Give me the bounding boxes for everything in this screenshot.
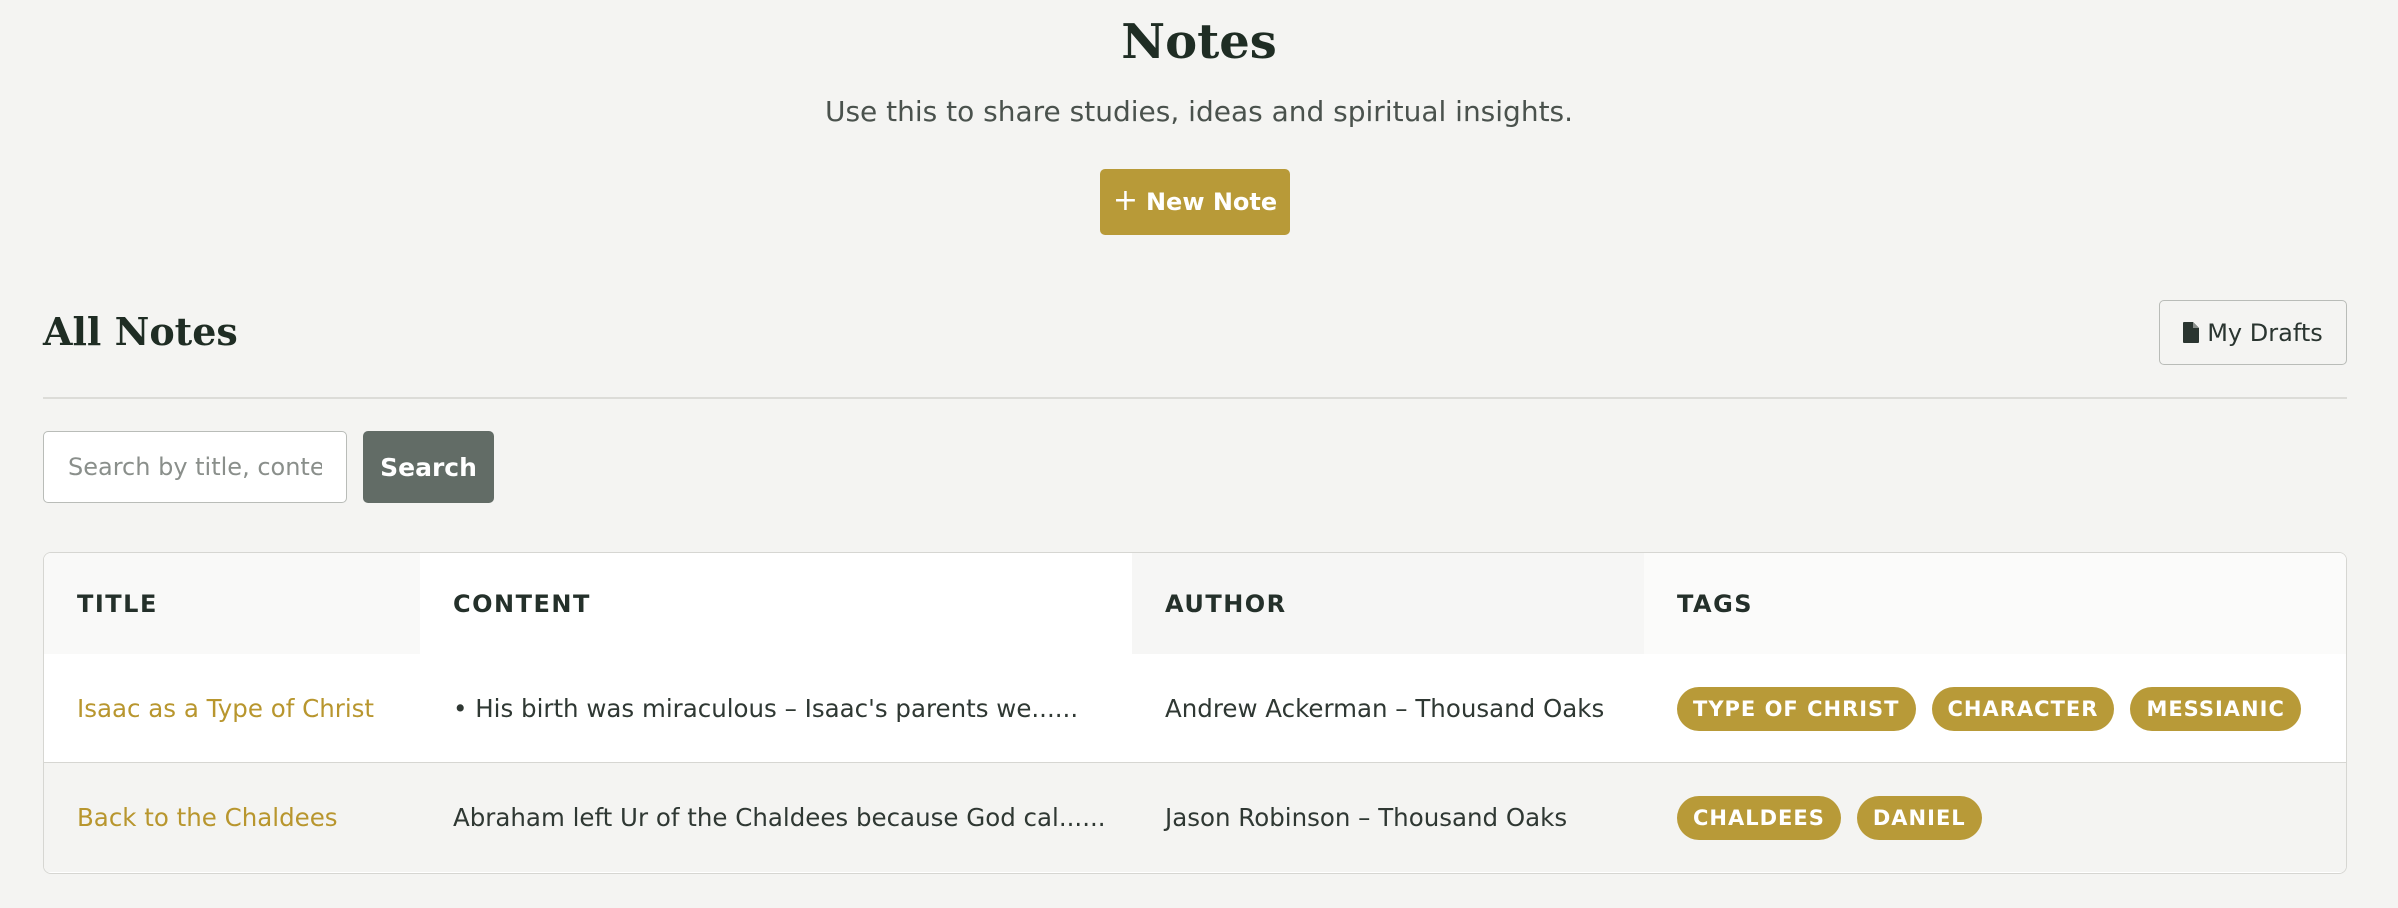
table-header: TITLE CONTENT AUTHOR TAGS (44, 553, 2346, 654)
note-tags: CHALDEES DANIEL (1644, 763, 1998, 872)
table-row: Isaac as a Type of Christ • His birth wa… (44, 654, 2346, 763)
table-row: Back to the Chaldees Abraham left Ur of … (44, 763, 2346, 872)
page-title: Notes (1121, 14, 1277, 70)
note-author: Jason Robinson – Thousand Oaks (1165, 803, 1568, 832)
file-icon (2183, 322, 2200, 343)
plus-icon: + (1112, 183, 1138, 218)
note-title-link[interactable]: Back to the Chaldees (44, 763, 338, 872)
tag-badge[interactable]: TYPE OF CHRIST (1677, 686, 1916, 731)
column-header-content: CONTENT (420, 553, 1132, 654)
search-input[interactable] (43, 431, 347, 503)
column-header-tags: TAGS (1644, 553, 2346, 654)
tag-badge[interactable]: CHALDEES (1677, 795, 1841, 840)
new-note-button[interactable]: + New Note (1100, 169, 1290, 235)
note-content: • His birth was miraculous – Isaac's par… (453, 694, 1079, 723)
section-title: All Notes (43, 309, 238, 354)
note-author: Andrew Ackerman – Thousand Oaks (1165, 694, 1605, 723)
notes-page: Notes Use this to share studies, ideas a… (0, 0, 2398, 908)
tag-badge[interactable]: MESSIANIC (2130, 686, 2301, 731)
tag-badge[interactable]: CHARACTER (1931, 686, 2115, 731)
tag-badge[interactable]: DANIEL (1856, 795, 1982, 840)
column-header-title: TITLE (44, 553, 420, 654)
my-drafts-label: My Drafts (2207, 318, 2323, 347)
my-drafts-button[interactable]: My Drafts (2159, 300, 2347, 365)
column-header-author: AUTHOR (1132, 553, 1644, 654)
page-subtitle: Use this to share studies, ideas and spi… (824, 95, 1574, 128)
note-content: Abraham left Ur of the Chaldees because … (453, 803, 1106, 832)
note-tags: TYPE OF CHRIST CHARACTER MESSIANIC (1644, 654, 2317, 763)
section-divider (43, 397, 2347, 399)
search-button[interactable]: Search (363, 431, 494, 503)
notes-table: TITLE CONTENT AUTHOR TAGS Isaac as a Typ… (43, 552, 2347, 874)
note-title-link[interactable]: Isaac as a Type of Christ (44, 654, 374, 763)
new-note-label: New Note (1145, 188, 1278, 216)
search-button-label: Search (380, 452, 477, 482)
